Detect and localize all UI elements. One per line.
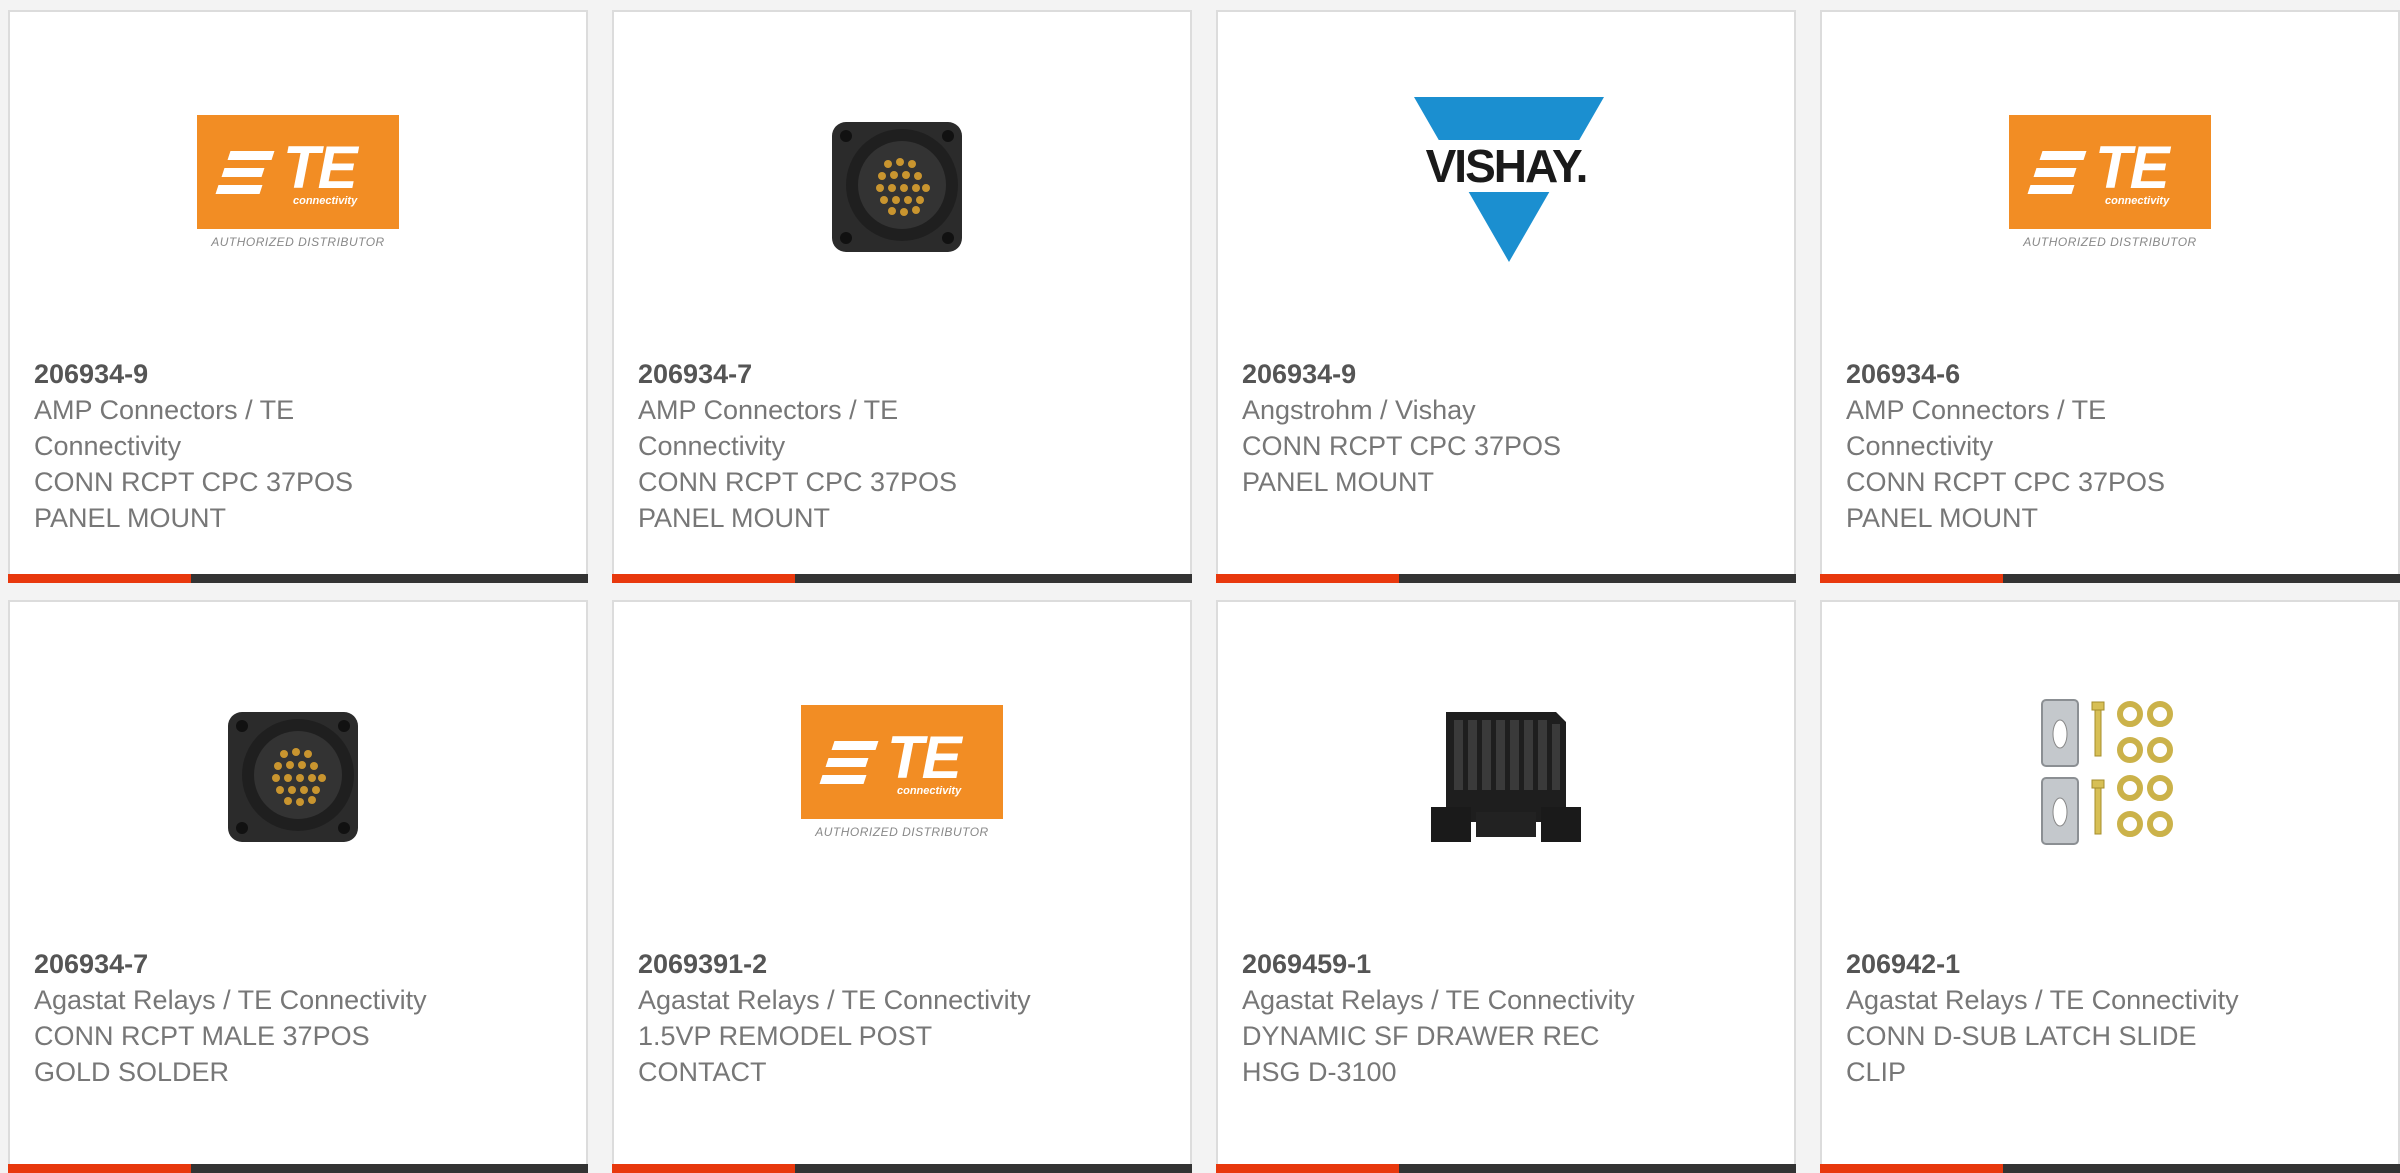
circular-connector-icon <box>832 122 962 252</box>
description-cont: GOLD SOLDER <box>34 1057 230 1087</box>
product-image[interactable] <box>1822 602 2398 942</box>
card-bar <box>8 1164 588 1173</box>
manufacturer: AMP Connectors / TE <box>638 395 899 425</box>
te-logo: TE connectivity AUTHORIZED DISTRIBUTOR <box>197 115 399 249</box>
description-cont: CLIP <box>1846 1057 1907 1087</box>
product-card[interactable]: TE connectivity AUTHORIZED DISTRIBUTOR 2… <box>612 600 1192 1173</box>
te-logo: TE connectivity AUTHORIZED DISTRIBUTOR <box>2009 115 2211 249</box>
description-cont: PANEL MOUNT <box>1242 467 1435 497</box>
manufacturer: AMP Connectors / TE <box>34 395 295 425</box>
description: CONN RCPT MALE 37POS <box>34 1021 370 1051</box>
description-cont: CONTACT <box>638 1057 767 1087</box>
part-number[interactable]: 206934-9 <box>34 356 566 392</box>
te-logo: TE connectivity AUTHORIZED DISTRIBUTOR <box>801 705 1003 839</box>
manufacturer: Agastat Relays / TE Connectivity <box>1846 985 2239 1015</box>
manufacturer: Agastat Relays / TE Connectivity <box>1242 985 1635 1015</box>
product-image[interactable]: TE connectivity AUTHORIZED DISTRIBUTOR <box>1822 12 2398 352</box>
manufacturer: AMP Connectors / TE <box>1846 395 2107 425</box>
description-cont: PANEL MOUNT <box>34 503 227 533</box>
description-cont: PANEL MOUNT <box>1846 503 2039 533</box>
manufacturer: Agastat Relays / TE Connectivity <box>34 985 427 1015</box>
card-bar <box>1820 574 2400 583</box>
description: CONN RCPT CPC 37POS <box>638 467 958 497</box>
product-image[interactable]: TE connectivity AUTHORIZED DISTRIBUTOR <box>10 12 586 352</box>
product-card[interactable]: 206934-7 Agastat Relays / TE Connectivit… <box>8 600 588 1173</box>
product-card[interactable]: VISHAY. 206934-9 Angstrohm / Vishay CONN… <box>1216 10 1796 583</box>
card-bar <box>612 1164 1192 1173</box>
card-bar <box>8 574 588 583</box>
description-cont: PANEL MOUNT <box>638 503 831 533</box>
description: DYNAMIC SF DRAWER REC <box>1242 1021 1600 1051</box>
description: CONN RCPT CPC 37POS <box>34 467 354 497</box>
part-number[interactable]: 206934-7 <box>34 946 566 982</box>
product-card[interactable]: TE connectivity AUTHORIZED DISTRIBUTOR 2… <box>1820 10 2400 583</box>
product-card[interactable]: 206942-1 Agastat Relays / TE Connectivit… <box>1820 600 2400 1173</box>
part-number[interactable]: 206934-7 <box>638 356 1170 392</box>
part-number[interactable]: 2069459-1 <box>1242 946 1774 982</box>
manufacturer: Angstrohm / Vishay <box>1242 395 1476 425</box>
manufacturer-cont: Connectivity <box>1846 431 1994 461</box>
circular-connector-icon <box>228 712 358 842</box>
vishay-logo: VISHAY. <box>1406 97 1606 267</box>
description-cont: HSG D-3100 <box>1242 1057 1397 1087</box>
manufacturer: Agastat Relays / TE Connectivity <box>638 985 1031 1015</box>
card-bar <box>1216 574 1796 583</box>
description: CONN D-SUB LATCH SLIDE <box>1846 1021 2197 1051</box>
product-card[interactable]: 2069459-1 Agastat Relays / TE Connectivi… <box>1216 600 1796 1173</box>
card-bar <box>1216 1164 1796 1173</box>
product-image[interactable] <box>1218 602 1794 942</box>
manufacturer-cont: Connectivity <box>34 431 182 461</box>
description: CONN RCPT CPC 37POS <box>1846 467 2166 497</box>
description: CONN RCPT CPC 37POS <box>1242 431 1562 461</box>
drawer-connector-icon <box>1431 712 1581 842</box>
product-card[interactable]: TE connectivity AUTHORIZED DISTRIBUTOR 2… <box>8 10 588 583</box>
latch-clip-kit-icon <box>2041 699 2173 845</box>
part-number[interactable]: 2069391-2 <box>638 946 1170 982</box>
part-number[interactable]: 206942-1 <box>1846 946 2378 982</box>
card-bar <box>612 574 1192 583</box>
product-image[interactable]: TE connectivity AUTHORIZED DISTRIBUTOR <box>614 602 1190 942</box>
card-bar <box>1820 1164 2400 1173</box>
product-image[interactable] <box>10 602 586 942</box>
product-image[interactable]: VISHAY. <box>1218 12 1794 352</box>
product-image[interactable] <box>614 12 1190 352</box>
product-card[interactable]: 206934-7 AMP Connectors / TE Connectivit… <box>612 10 1192 583</box>
manufacturer-cont: Connectivity <box>638 431 786 461</box>
description: 1.5VP REMODEL POST <box>638 1021 933 1051</box>
part-number[interactable]: 206934-9 <box>1242 356 1774 392</box>
part-number[interactable]: 206934-6 <box>1846 356 2378 392</box>
product-grid: TE connectivity AUTHORIZED DISTRIBUTOR 2… <box>0 0 2400 1173</box>
